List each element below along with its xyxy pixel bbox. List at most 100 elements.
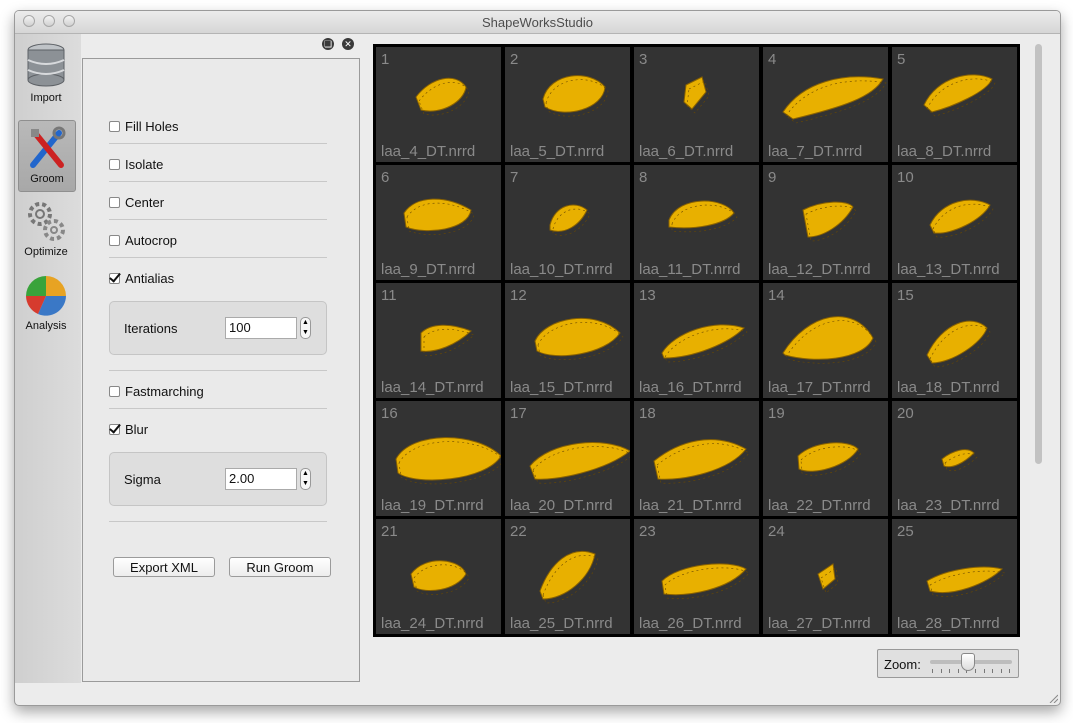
shape-tile[interactable]: 22 laa_25_DT.nrrd — [505, 519, 630, 634]
shape-tile[interactable]: 11 laa_14_DT.nrrd — [376, 283, 501, 398]
shape-tile[interactable]: 16 laa_19_DT.nrrd — [376, 401, 501, 516]
panel-header: ❏ ✕ — [81, 34, 361, 54]
tile-number: 9 — [768, 169, 777, 186]
tile-number: 10 — [897, 169, 914, 186]
tile-filename: laa_19_DT.nrrd — [381, 497, 484, 514]
checkbox-box[interactable] — [109, 120, 120, 132]
shape-tile[interactable]: 3 laa_6_DT.nrrd — [634, 47, 759, 162]
autocrop-checkbox[interactable]: Autocrop — [109, 231, 177, 249]
shape-tile[interactable]: 10 laa_13_DT.nrrd — [892, 165, 1017, 280]
shape-tile[interactable]: 12 laa_15_DT.nrrd — [505, 283, 630, 398]
tile-filename: laa_28_DT.nrrd — [897, 615, 1000, 632]
tile-filename: laa_27_DT.nrrd — [768, 615, 871, 632]
tile-filename: laa_21_DT.nrrd — [639, 497, 742, 514]
checkbox-box[interactable] — [109, 234, 120, 246]
shape-viewer[interactable]: 1 laa_4_DT.nrrd 2 laa_5_DT.nrrd 3 laa_6_DT.nr… — [373, 44, 1020, 637]
shape-tile[interactable]: 1 laa_4_DT.nrrd — [376, 47, 501, 162]
export-xml-button[interactable]: Export XML — [113, 557, 215, 577]
shape-tile[interactable]: 18 laa_21_DT.nrrd — [634, 401, 759, 516]
tile-number: 14 — [768, 287, 785, 304]
tile-filename: laa_12_DT.nrrd — [768, 261, 871, 278]
tile-filename: laa_22_DT.nrrd — [768, 497, 871, 514]
shape-tile[interactable]: 20 laa_23_DT.nrrd — [892, 401, 1017, 516]
toolbar-item-label: Import — [30, 92, 62, 104]
sigma-stepper[interactable]: ▲ ▼ — [300, 468, 311, 490]
iterations-input[interactable]: 100 — [225, 317, 297, 339]
zoom-label: Zoom: — [884, 657, 921, 672]
toolbar-item-label: Optimize — [24, 246, 68, 258]
shape-tile[interactable]: 4 laa_7_DT.nrrd — [763, 47, 888, 162]
tile-number: 13 — [639, 287, 656, 304]
shape-tile[interactable]: 9 laa_12_DT.nrrd — [763, 165, 888, 280]
center-checkbox[interactable]: Center — [109, 193, 164, 211]
shape-tile[interactable]: 7 laa_10_DT.nrrd — [505, 165, 630, 280]
checkbox-box[interactable] — [109, 158, 120, 170]
tile-number: 3 — [639, 51, 648, 68]
tile-number: 25 — [897, 523, 914, 540]
tile-number: 7 — [510, 169, 519, 186]
toolbar-item-import[interactable]: Import — [18, 38, 74, 108]
tile-number: 11 — [381, 287, 397, 304]
tile-filename: laa_16_DT.nrrd — [639, 379, 742, 396]
shape-tile[interactable]: 13 laa_16_DT.nrrd — [634, 283, 759, 398]
zoom-tick — [949, 669, 951, 673]
antialias-checkbox[interactable]: Antialias — [109, 269, 174, 287]
isolate-checkbox[interactable]: Isolate — [109, 155, 163, 173]
zoom-tick — [957, 669, 959, 673]
checkbox-box[interactable] — [109, 385, 120, 397]
run-groom-button[interactable]: Run Groom — [229, 557, 331, 577]
divider — [109, 219, 327, 220]
shape-tile[interactable]: 21 laa_24_DT.nrrd — [376, 519, 501, 634]
tile-filename: laa_24_DT.nrrd — [381, 615, 484, 632]
scrollbar-thumb[interactable] — [1035, 44, 1042, 464]
zoom-tick — [992, 669, 994, 673]
tile-number: 22 — [510, 523, 527, 540]
shape-tile[interactable]: 5 laa_8_DT.nrrd — [892, 47, 1017, 162]
zoom-tick — [983, 669, 985, 673]
shape-tile[interactable]: 8 laa_11_DT.nrrd — [634, 165, 759, 280]
pie-chart-icon — [26, 276, 66, 316]
gears-icon — [28, 202, 65, 241]
zoom-tick — [975, 669, 976, 673]
checkbox-box[interactable] — [109, 272, 120, 284]
tool-bar: Import Groom Optimize Analysis — [15, 34, 82, 683]
shape-tile[interactable]: 2 laa_5_DT.nrrd — [505, 47, 630, 162]
close-panel-icon[interactable]: ✕ — [342, 38, 354, 50]
blur-checkbox[interactable]: Blur — [109, 420, 148, 438]
tile-filename: laa_17_DT.nrrd — [768, 379, 871, 396]
shape-tile[interactable]: 6 laa_9_DT.nrrd — [376, 165, 501, 280]
resize-grip-icon[interactable] — [1048, 693, 1058, 703]
tile-filename: laa_11_DT.nrrd — [639, 261, 741, 278]
viewer-scrollbar[interactable] — [1033, 44, 1044, 637]
iterations-stepper[interactable]: ▲ ▼ — [300, 317, 311, 339]
tile-number: 21 — [381, 523, 398, 540]
toolbar-item-optimize[interactable]: Optimize — [18, 194, 74, 264]
fill-holes-checkbox[interactable]: Fill Holes — [109, 117, 178, 135]
checkbox-box[interactable] — [109, 423, 120, 435]
toolbar-item-groom[interactable]: Groom — [18, 120, 76, 192]
divider — [109, 181, 327, 182]
shape-tile[interactable]: 17 laa_20_DT.nrrd — [505, 401, 630, 516]
shape-tile[interactable]: 19 laa_22_DT.nrrd — [763, 401, 888, 516]
divider — [109, 521, 327, 522]
divider — [109, 143, 327, 144]
sigma-input[interactable]: 2.00 — [225, 468, 297, 490]
tile-filename: laa_9_DT.nrrd — [381, 261, 476, 278]
zoom-slider-knob[interactable] — [960, 653, 975, 671]
tile-number: 4 — [768, 51, 777, 68]
tile-number: 19 — [768, 405, 785, 422]
toolbar-item-analysis[interactable]: Analysis — [18, 268, 74, 338]
database-icon — [27, 43, 65, 87]
shape-tile[interactable]: 23 laa_26_DT.nrrd — [634, 519, 759, 634]
float-panel-icon[interactable]: ❏ — [322, 38, 334, 50]
shape-tile[interactable]: 14 laa_17_DT.nrrd — [763, 283, 888, 398]
fastmarching-checkbox[interactable]: Fastmarching — [109, 382, 204, 400]
tile-number: 1 — [381, 51, 390, 68]
shape-tile[interactable]: 24 laa_27_DT.nrrd — [763, 519, 888, 634]
checkbox-box[interactable] — [109, 196, 120, 208]
shape-tile[interactable]: 15 laa_18_DT.nrrd — [892, 283, 1017, 398]
tile-filename: laa_18_DT.nrrd — [897, 379, 1000, 396]
title-bar: ShapeWorksStudio — [15, 11, 1060, 34]
shape-tile[interactable]: 25 laa_28_DT.nrrd — [892, 519, 1017, 634]
window-title: ShapeWorksStudio — [481, 15, 594, 30]
